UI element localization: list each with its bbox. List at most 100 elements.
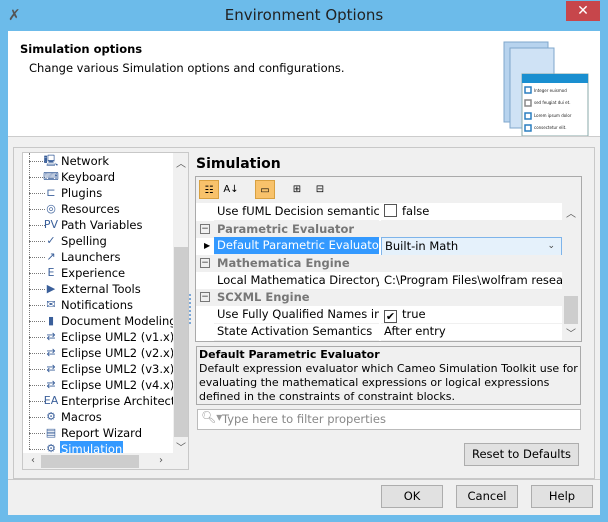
experience-icon: E — [47, 266, 55, 279]
scroll-down-icon[interactable]: ﹀ — [563, 325, 579, 340]
external-tools-icon: ▶ — [46, 282, 56, 295]
expand-all-icon[interactable]: ⊞ — [287, 180, 307, 199]
ok-button[interactable]: OK — [381, 485, 443, 508]
report-icon: ▤ — [45, 426, 57, 439]
network-icon: 🖳 — [43, 154, 59, 167]
collapse-all-icon[interactable]: ⊟ — [310, 180, 330, 199]
property-value[interactable]: C:\Program Files\wolfram research\ma — [381, 272, 562, 290]
tree-item-label: External Tools — [61, 282, 141, 296]
category-label: Mathematica Engine — [217, 256, 350, 270]
splitter-handle[interactable] — [189, 294, 192, 324]
tree-item[interactable]: ↗ Launchers — [23, 249, 173, 265]
tree-item-label: Eclipse UML2 (v1.x) XM — [61, 330, 189, 344]
property-value[interactable]: After entry — [381, 323, 562, 341]
tree-item-label: Notifications — [61, 298, 133, 312]
property-value[interactable]: ✔ true — [381, 306, 562, 324]
description-toggle-icon[interactable]: ▭ — [255, 180, 275, 199]
cancel-button[interactable]: Cancel — [456, 485, 518, 508]
property-row[interactable]: State Activation Semantics After entry — [196, 323, 562, 341]
property-category[interactable]: − SCXML Engine — [196, 289, 562, 306]
tree-item[interactable]: E Experience — [23, 265, 173, 281]
ea-icon: EA — [43, 394, 59, 407]
collapse-icon[interactable]: − — [200, 292, 210, 302]
property-row[interactable]: ▶ Default Parametric Evaluator Built-in Ma… — [196, 237, 562, 256]
tree-item[interactable]: ⊏ Plugins — [23, 185, 173, 201]
exchange-icon: ⇄ — [46, 330, 56, 343]
reset-to-defaults-button[interactable]: Reset to Defaults — [464, 443, 579, 466]
property-value[interactable]: false — [381, 203, 562, 221]
tree-item[interactable]: ⇄ Eclipse UML2 (v4.x) XM — [23, 377, 188, 393]
tree-item-label: Experience — [61, 266, 126, 280]
options-tree[interactable]: 🖳 Network ⌨ Keyboard ⊏ Plugins ◎ Resources PV Pat… — [22, 152, 189, 470]
filter-input[interactable]: Type here to filter properties — [197, 409, 581, 430]
tree-item-label: Keyboard — [61, 170, 116, 184]
tree-item[interactable]: ✓ Spelling — [23, 233, 173, 249]
tree-item-label: Eclipse UML2 (v4.x) XM — [61, 378, 189, 392]
tree-item[interactable]: ▤ Report Wizard — [23, 425, 173, 441]
sort-alphabetical-icon[interactable]: A↓ — [221, 180, 241, 199]
property-name: Use Fully Qualified Names in SC... — [214, 306, 379, 324]
close-button[interactable]: ✕ — [566, 1, 600, 21]
scroll-left-icon[interactable]: ‹ — [25, 455, 41, 466]
categorized-view-icon[interactable]: ☷ — [199, 180, 219, 199]
property-value-text: false — [402, 204, 430, 218]
header-description: Change various Simulation options and co… — [29, 61, 345, 75]
tree-item[interactable]: ⚙ Macros — [23, 409, 173, 425]
property-name: Local Mathematica Directory — [214, 272, 379, 290]
keyboard-icon: ⌨ — [43, 170, 59, 183]
tree-item[interactable]: ▮ Document Modeling — [23, 313, 177, 329]
category-label: SCXML Engine — [217, 290, 310, 304]
property-category[interactable]: − Parametric Evaluator — [196, 221, 562, 238]
category-label: Parametric Evaluator — [217, 222, 355, 236]
book-icon: ▮ — [47, 314, 55, 327]
property-value-text: After entry — [384, 324, 446, 338]
tree-item[interactable]: ✉ Notifications — [23, 297, 173, 313]
collapse-icon[interactable]: − — [200, 224, 210, 234]
scroll-right-icon[interactable]: › — [153, 455, 169, 466]
property-grid[interactable]: Use fUML Decision semantics false − Paramet… — [196, 203, 562, 341]
property-scroll-thumb[interactable] — [564, 296, 578, 324]
property-category[interactable]: − Mathematica Engine — [196, 255, 562, 272]
search-icon[interactable]: 🔍︎▾ — [201, 410, 222, 424]
tree-item[interactable]: ◎ Resources — [23, 201, 173, 217]
property-row[interactable]: Use fUML Decision semantics false — [196, 203, 562, 221]
scroll-down-icon[interactable]: ﹀ — [173, 439, 188, 454]
header-title: Simulation options — [20, 42, 143, 56]
help-button[interactable]: Help — [531, 485, 593, 508]
tree-hscroll-thumb[interactable] — [41, 455, 139, 468]
tree-item[interactable]: PV Path Variables — [23, 217, 173, 233]
property-row[interactable]: Local Mathematica Directory C:\Program Fi… — [196, 272, 562, 290]
scroll-up-icon[interactable]: ︿ — [563, 205, 579, 220]
svg-text:Lorem ipsum dolor: Lorem ipsum dolor — [534, 113, 572, 118]
property-value[interactable]: Built-in Math ⌄ — [381, 237, 562, 256]
tree-item-label: Resources — [61, 202, 120, 216]
tree-item[interactable]: ⇄ Eclipse UML2 (v1.x) XM — [23, 329, 188, 345]
tree-scroll-thumb[interactable] — [174, 247, 188, 437]
tree-item[interactable]: ⇄ Eclipse UML2 (v2.x) XM — [23, 345, 188, 361]
checkbox[interactable]: ✔ — [384, 310, 397, 323]
tree-item[interactable]: EA Enterprise Architect Im — [23, 393, 188, 409]
tree-item-label: Eclipse UML2 (v3.x) XM — [61, 362, 189, 376]
spelling-icon: ✓ — [46, 234, 56, 247]
divider — [8, 479, 600, 480]
tree-item-label: Report Wizard — [61, 426, 142, 440]
options-illustration-icon: Integer euismod sed feugiat dui et. Lorem … — [503, 41, 589, 136]
tree-item-label: Enterprise Architect Im — [61, 394, 189, 408]
checkbox[interactable] — [384, 204, 397, 217]
tree-item[interactable]: ▶ External Tools — [23, 281, 173, 297]
svg-text:Integer euismod: Integer euismod — [534, 88, 567, 93]
tree-item[interactable]: ⌨ Keyboard — [23, 169, 173, 185]
tree-item[interactable]: 🖳 Network — [23, 153, 173, 169]
tree-item-label: Eclipse UML2 (v2.x) XM — [61, 346, 189, 360]
chevron-down-icon[interactable]: ⌄ — [547, 238, 555, 255]
scroll-up-icon[interactable]: ︿ — [173, 155, 188, 170]
property-row[interactable]: Use Fully Qualified Names in SC... ✔ true — [196, 306, 562, 324]
property-name: Use fUML Decision semantics — [214, 203, 379, 221]
svg-text:consectetur elit.: consectetur elit. — [534, 125, 567, 130]
panel-title: Simulation — [196, 156, 281, 172]
exchange-icon: ⇄ — [46, 378, 56, 391]
tree-item[interactable]: ⇄ Eclipse UML2 (v3.x) XM — [23, 361, 188, 377]
tree-item-label: Launchers — [61, 250, 121, 264]
svg-text:sed feugiat dui et.: sed feugiat dui et. — [534, 100, 570, 105]
collapse-icon[interactable]: − — [200, 258, 210, 268]
